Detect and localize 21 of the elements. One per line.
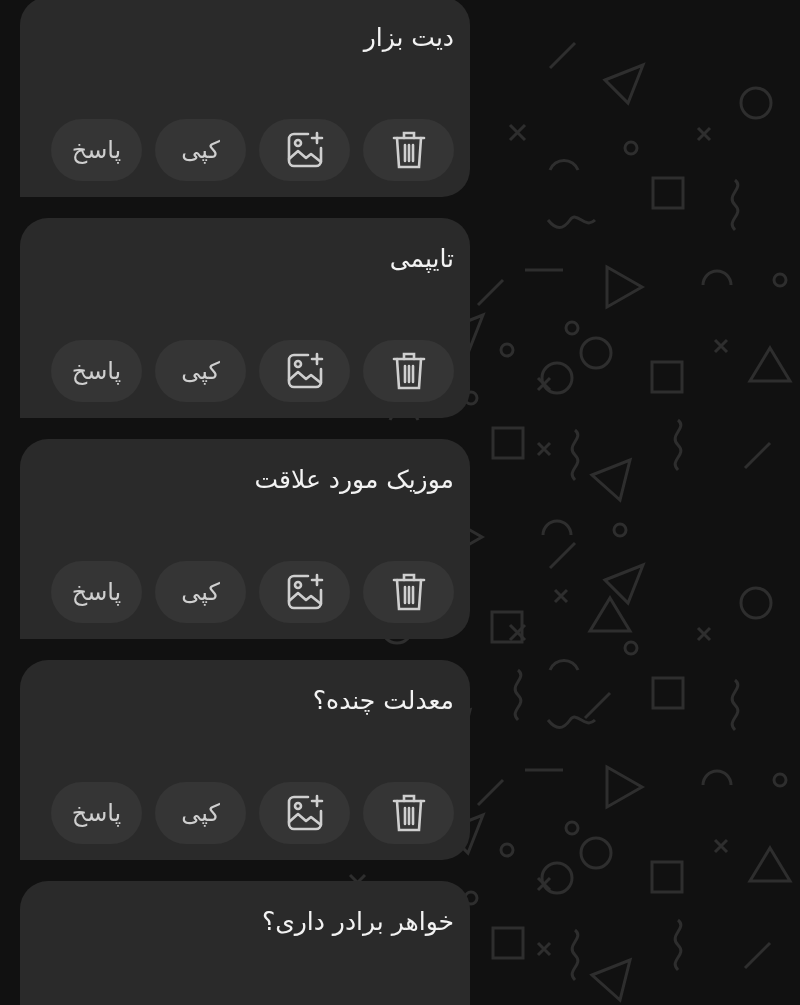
trash-icon <box>391 351 426 391</box>
add-image-icon <box>285 131 324 169</box>
reply-button[interactable]: پاسخ <box>51 340 142 402</box>
reply-button[interactable]: پاسخ <box>51 782 142 844</box>
copy-button[interactable]: کپی <box>155 782 246 844</box>
message-text: خواهر برادر داری؟ <box>261 907 454 936</box>
reply-button[interactable]: پاسخ <box>51 561 142 623</box>
copy-button[interactable]: کپی <box>155 340 246 402</box>
trash-icon <box>391 572 426 612</box>
reply-button[interactable]: پاسخ <box>51 119 142 181</box>
message-text: موزیک مورد علاقت <box>254 465 454 494</box>
message-text: معدلت چنده؟ <box>312 686 454 715</box>
copy-button[interactable]: کپی <box>155 561 246 623</box>
message-text: تایپمی <box>389 244 454 273</box>
trash-icon <box>391 793 426 833</box>
add-image-icon <box>285 352 324 390</box>
add-image-icon <box>285 794 324 832</box>
add-image-icon <box>285 573 324 611</box>
copy-button[interactable]: کپی <box>155 119 246 181</box>
trash-icon <box>391 130 426 170</box>
message-text: دیت بزار <box>363 23 454 52</box>
